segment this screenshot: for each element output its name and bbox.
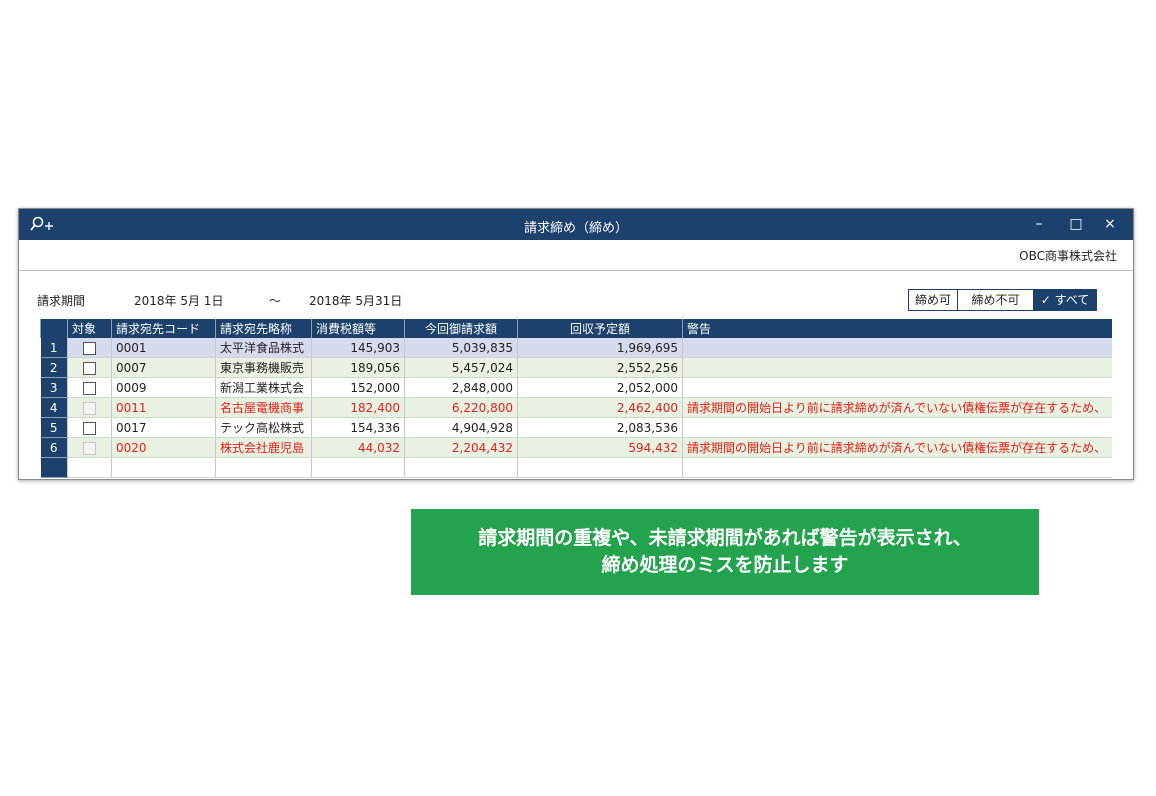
row-tax: 44,032 <box>311 437 405 458</box>
row-collect: 1,969,695 <box>517 338 683 358</box>
maximize-button[interactable]: □ <box>1065 214 1087 234</box>
row-code: 0011 <box>111 397 216 418</box>
row-number: 1 <box>40 338 68 358</box>
row-collect: 2,462,400 <box>517 397 683 418</box>
row-collect: 2,083,536 <box>517 417 683 438</box>
col-target[interactable]: 対象 <box>67 319 112 338</box>
col-code[interactable]: 請求宛先コード <box>111 319 216 338</box>
target-checkbox[interactable] <box>83 421 96 435</box>
row-tax: 182,400 <box>311 397 405 418</box>
row-warning: 請求期間の開始日より前に請求締めが済んでいない債権伝票が存在するため、 <box>682 437 1112 458</box>
row-amount: 5,457,024 <box>404 357 518 378</box>
target-checkbox-disabled <box>83 401 96 415</box>
row-tax: 152,000 <box>311 377 405 398</box>
minimize-button[interactable]: – <box>1028 214 1050 234</box>
filter-can-close-button[interactable]: 締め可 <box>909 290 958 310</box>
row-amount: 2,204,432 <box>404 437 518 458</box>
row-warning <box>682 417 1112 438</box>
title-bar: 請求締め（締め） – □ × <box>19 209 1133 240</box>
row-collect: 2,052,000 <box>517 377 683 398</box>
table-row[interactable]: 1 0001 太平洋食品株式 145,903 5,039,835 1,969,6… <box>40 338 1112 358</box>
row-name: 東京事務機販売 <box>215 357 312 378</box>
row-warning <box>682 338 1112 358</box>
col-collect[interactable]: 回収予定額 <box>517 319 683 338</box>
row-number: 6 <box>40 437 68 458</box>
close-button[interactable]: × <box>1099 214 1121 234</box>
table-row[interactable]: 6 0020 株式会社鹿児島 44,032 2,204,432 594,432 … <box>40 437 1112 458</box>
row-warning: 請求期間の開始日より前に請求締めが済んでいない債権伝票が存在するため、 <box>682 397 1112 418</box>
row-number <box>40 457 68 478</box>
row-name: 株式会社鹿児島 <box>215 437 312 458</box>
row-name: テック高松株式 <box>215 417 312 438</box>
callout-banner: 請求期間の重複や、未請求期間があれば警告が表示され、 締め処理のミスを防止します <box>411 509 1039 595</box>
banner-line-1: 請求期間の重複や、未請求期間があれば警告が表示され、 <box>478 527 972 549</box>
row-collect: 594,432 <box>517 437 683 458</box>
period-start: 2018年 5月 1日 <box>134 294 224 308</box>
invoice-closing-window: 請求締め（締め） – □ × OBC商事株式会社 請求期間 2018年 5月 1… <box>18 208 1134 480</box>
invoice-grid: 対象 請求宛先コード 請求宛先略称 消費税額等 今回御請求額 回収予定額 警告 … <box>40 319 1112 478</box>
row-amount: 2,848,000 <box>404 377 518 398</box>
row-warning <box>682 357 1112 378</box>
grid-header: 対象 請求宛先コード 請求宛先略称 消費税額等 今回御請求額 回収予定額 警告 <box>40 319 1112 338</box>
col-tax[interactable]: 消費税額等 <box>311 319 405 338</box>
row-number: 5 <box>40 417 68 438</box>
row-amount: 5,039,835 <box>404 338 518 358</box>
row-code: 0007 <box>111 357 216 378</box>
filter-cannot-close-button[interactable]: 締め不可 <box>958 290 1034 310</box>
banner-line-2: 締め処理のミスを防止します <box>601 554 849 576</box>
period-end: 2018年 5月31日 <box>309 294 403 308</box>
row-collect: 2,552,256 <box>517 357 683 378</box>
target-checkbox[interactable] <box>83 361 96 375</box>
row-name: 太平洋食品株式 <box>215 338 312 358</box>
row-code: 0020 <box>111 437 216 458</box>
period-tilde: ～ <box>269 294 282 308</box>
table-row[interactable]: 4 0011 名古屋電機商事 182,400 6,220,800 2,462,4… <box>40 397 1112 418</box>
table-row-empty[interactable] <box>40 457 1112 478</box>
row-code: 0001 <box>111 338 216 358</box>
row-number: 2 <box>40 357 68 378</box>
status-filter: 締め可 締め不可 ✓ すべて <box>908 289 1097 311</box>
target-checkbox-disabled <box>83 441 96 455</box>
filter-all-button[interactable]: ✓ すべて <box>1034 290 1096 310</box>
row-number: 4 <box>40 397 68 418</box>
row-tax: 189,056 <box>311 357 405 378</box>
row-tax: 145,903 <box>311 338 405 358</box>
target-checkbox[interactable] <box>83 341 96 355</box>
col-amount[interactable]: 今回御請求額 <box>404 319 518 338</box>
row-name: 新潟工業株式会 <box>215 377 312 398</box>
table-row[interactable]: 3 0009 新潟工業株式会 152,000 2,848,000 2,052,0… <box>40 377 1112 398</box>
row-name: 名古屋電機商事 <box>215 397 312 418</box>
table-row[interactable]: 5 0017 テック高松株式 154,336 4,904,928 2,083,5… <box>40 417 1112 438</box>
col-row-number <box>40 319 68 338</box>
row-amount: 6,220,800 <box>404 397 518 418</box>
header-divider <box>19 270 1133 271</box>
target-checkbox[interactable] <box>83 381 96 395</box>
period-label: 請求期間 <box>37 294 86 308</box>
col-name[interactable]: 請求宛先略称 <box>215 319 312 338</box>
row-warning <box>682 377 1112 398</box>
table-row[interactable]: 2 0007 東京事務機販売 189,056 5,457,024 2,552,2… <box>40 357 1112 378</box>
company-name: OBC商事株式会社 <box>1019 249 1117 263</box>
row-amount: 4,904,928 <box>404 417 518 438</box>
row-code: 0009 <box>111 377 216 398</box>
row-code: 0017 <box>111 417 216 438</box>
window-title: 請求締め（締め） <box>523 221 628 236</box>
row-tax: 154,336 <box>311 417 405 438</box>
row-number: 3 <box>40 377 68 398</box>
col-warning[interactable]: 警告 <box>682 319 1112 338</box>
